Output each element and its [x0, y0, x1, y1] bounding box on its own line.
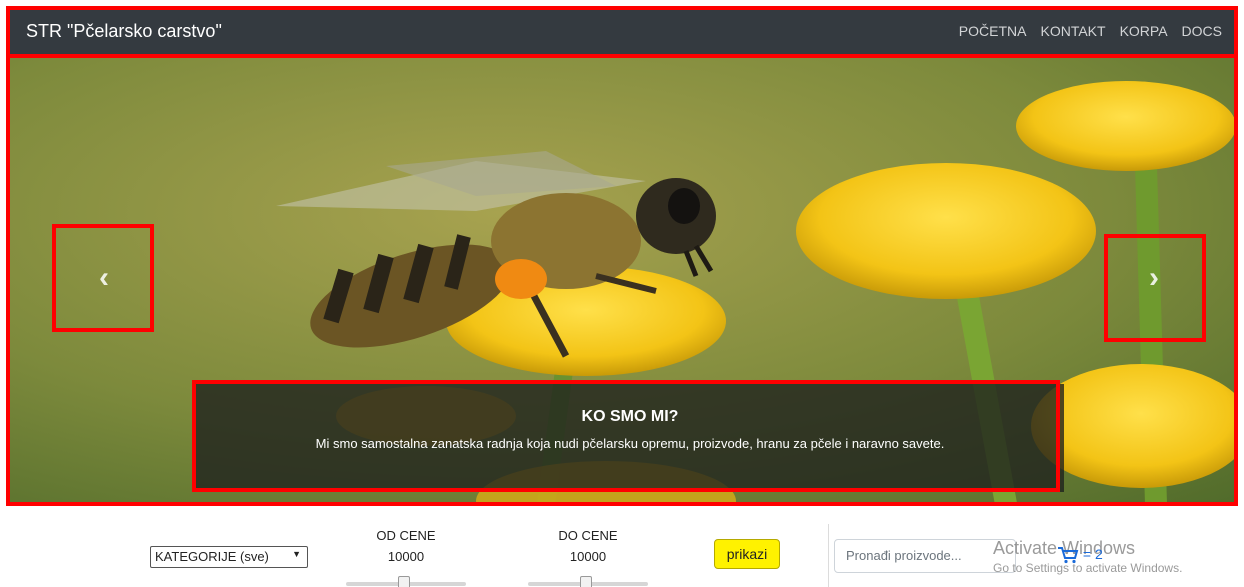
product-search-input[interactable]: Pronađi proizvode...: [834, 539, 1016, 573]
category-select[interactable]: KATEGORIJE (sve) ▼: [150, 546, 308, 568]
price-to-label: DO CENE: [558, 528, 618, 543]
caption-title: KO SMO MI?: [581, 408, 679, 425]
page: STR "Pčelarsko carstvo" POČETNA KONTAKT …: [0, 0, 1244, 587]
price-from-slider[interactable]: [346, 576, 466, 587]
carousel-caption: KO SMO MI? Mi smo samostalna zanatska ra…: [196, 384, 1064, 492]
hero-carousel: ‹ › KO SMO MI? Mi smo samostalna zanatsk…: [6, 56, 1238, 504]
nav-links: POČETNA KONTAKT KORPA DOCS: [959, 23, 1222, 39]
caption-text: Mi smo samostalna zanatska radnja koja n…: [315, 436, 945, 451]
chevron-left-icon: ‹: [99, 261, 109, 294]
carousel-next-button[interactable]: ›: [1104, 224, 1204, 332]
price-to-group: DO CENE 10000: [528, 528, 648, 587]
price-from-label: OD CENE: [376, 528, 436, 543]
cart-count: = 2: [1082, 546, 1103, 562]
chevron-right-icon: ›: [1149, 261, 1159, 294]
price-to-value: 10000: [569, 549, 607, 564]
filter-divider: [828, 524, 829, 587]
carousel-prev-button[interactable]: ‹: [54, 224, 154, 332]
nav-link-pocetna[interactable]: POČETNA: [959, 23, 1027, 39]
show-button[interactable]: prikazi: [714, 539, 780, 569]
price-to-slider-thumb[interactable]: [580, 576, 592, 587]
nav-link-docs[interactable]: DOCS: [1182, 23, 1222, 39]
caret-down-icon: ▼: [292, 549, 301, 559]
nav-link-kontakt[interactable]: KONTAKT: [1040, 23, 1105, 39]
nav-link-korpa[interactable]: KORPA: [1120, 23, 1168, 39]
filter-bar: KATEGORIJE (sve) ▼ OD CENE 10000 DO CENE…: [0, 518, 1244, 587]
price-from-value: 10000: [387, 549, 425, 564]
category-select-value: KATEGORIJE (sve): [155, 549, 269, 564]
brand-title[interactable]: STR "Pčelarsko carstvo": [26, 21, 222, 42]
navbar: STR "Pčelarsko carstvo" POČETNA KONTAKT …: [6, 6, 1238, 56]
price-from-group: OD CENE 10000: [346, 528, 466, 587]
cart-link[interactable]: = 2: [1057, 546, 1103, 564]
price-from-slider-thumb[interactable]: [398, 576, 410, 587]
price-to-slider[interactable]: [528, 576, 648, 587]
cart-icon: [1058, 547, 1079, 564]
